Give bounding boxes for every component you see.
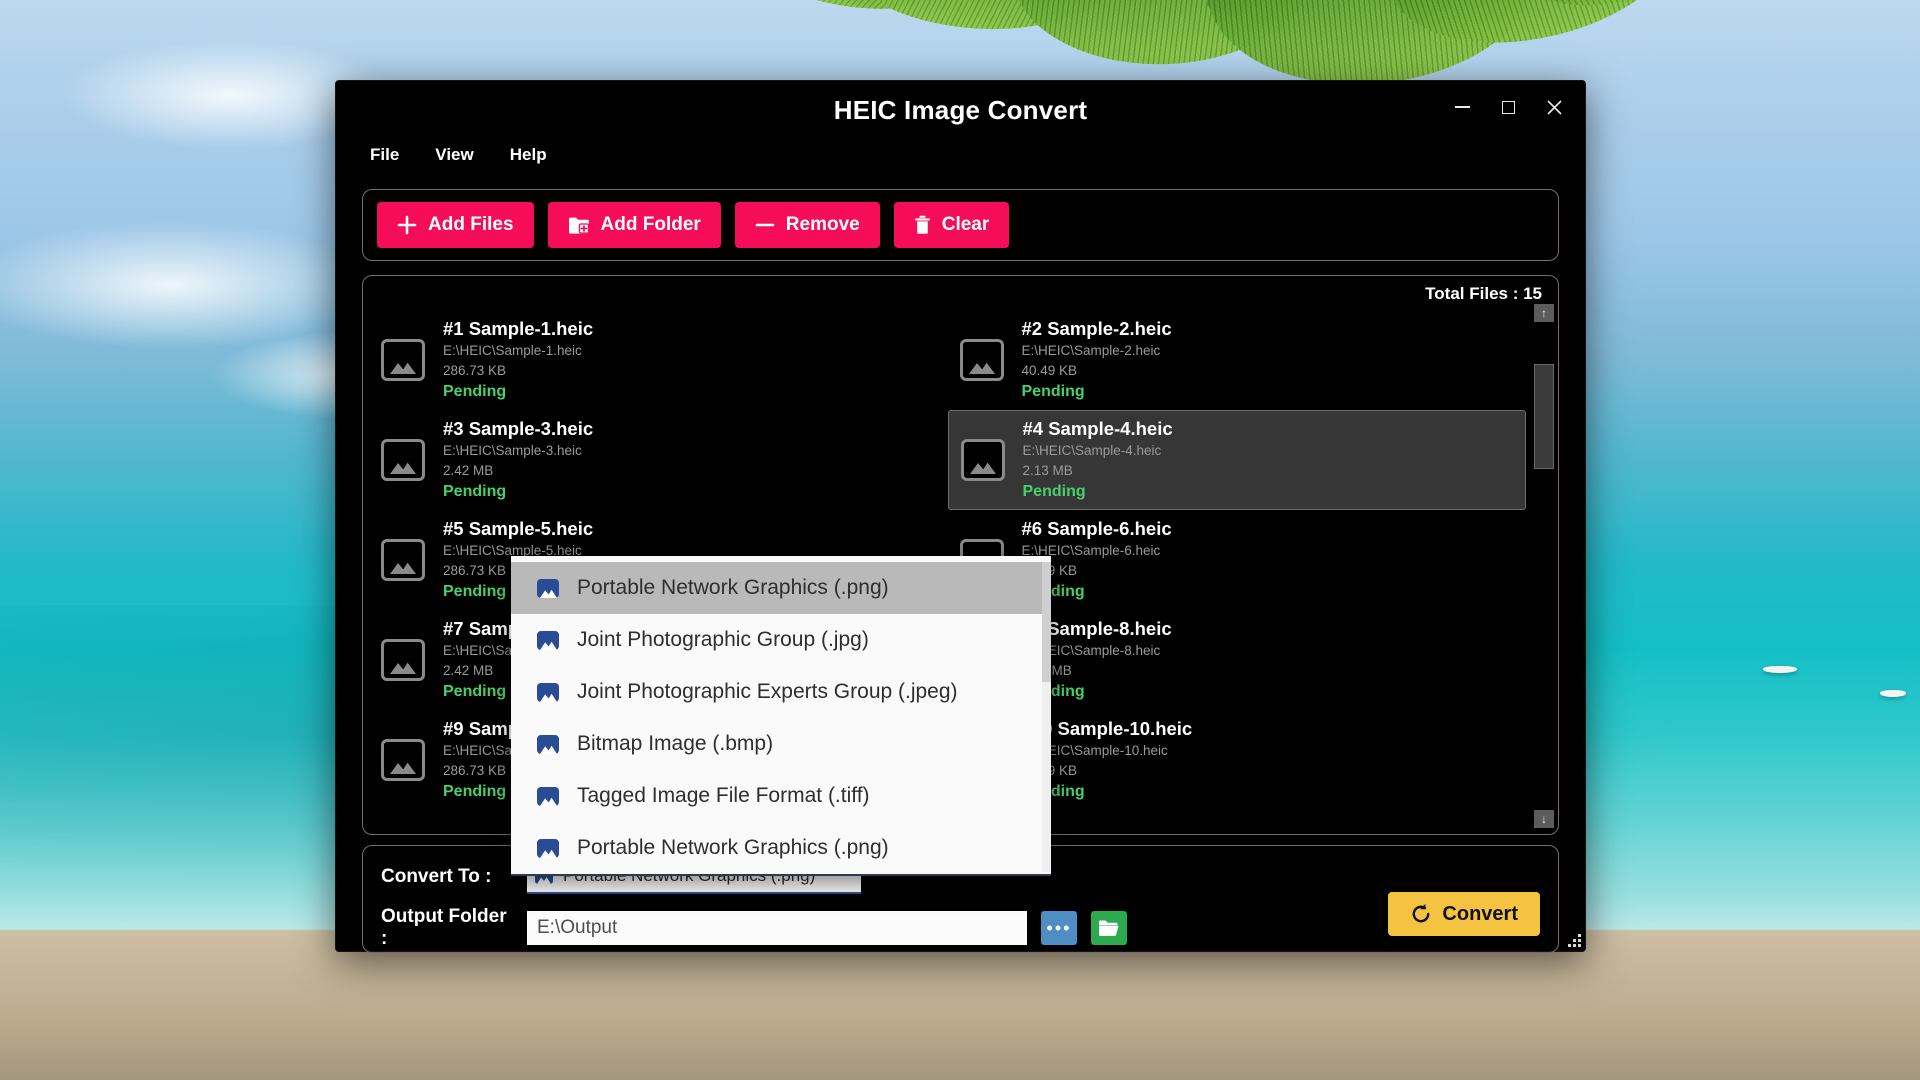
file-thumbnail-icon bbox=[959, 339, 1004, 381]
browse-button[interactable]: ••• bbox=[1041, 911, 1077, 945]
file-name: #4 Sample-4.heic bbox=[1022, 418, 1173, 440]
maximize-icon bbox=[1501, 100, 1515, 114]
menu-bar: File View Help bbox=[336, 137, 1585, 171]
file-size: 2.13 MB bbox=[1022, 462, 1073, 478]
image-icon bbox=[537, 838, 559, 858]
file-name: #1 Sample-1.heic bbox=[443, 318, 594, 340]
file-name: #2 Sample-2.heic bbox=[1021, 318, 1172, 340]
output-folder-row: Output Folder : ••• bbox=[381, 906, 1540, 950]
file-name: #3 Sample-3.heic bbox=[443, 418, 594, 440]
file-status: Pending bbox=[443, 383, 507, 401]
file-list-item[interactable]: #3 Sample-3.heic E:\HEIC\Sample-3.heic 2.4… bbox=[369, 410, 948, 510]
format-option[interactable]: Joint Photographic Experts Group (.jpeg) bbox=[511, 666, 1051, 718]
menu-item-view[interactable]: View bbox=[417, 139, 491, 171]
format-option[interactable]: Portable Network Graphics (.png) bbox=[511, 822, 1051, 874]
format-option-label: Portable Network Graphics (.png) bbox=[577, 576, 889, 599]
total-files-label: Total Files : 15 bbox=[1425, 284, 1542, 303]
plus-icon bbox=[397, 215, 417, 235]
toolbar: Add Files Add Folder Remove Clear bbox=[362, 189, 1559, 261]
scroll-down-button[interactable]: ↓ bbox=[1534, 810, 1554, 828]
format-option[interactable]: Joint Photographic Group (.jpg) bbox=[511, 614, 1051, 666]
file-name: #5 Sample-5.heic bbox=[443, 518, 594, 540]
add-folder-button[interactable]: Add Folder bbox=[547, 202, 721, 248]
file-name: #6 Sample-6.heic bbox=[1021, 518, 1172, 540]
file-thumbnail-icon bbox=[381, 339, 425, 381]
image-icon bbox=[537, 578, 559, 598]
trash-icon bbox=[914, 215, 930, 234]
file-path: E:\HEIC\Sample-3.heic bbox=[443, 442, 582, 458]
format-option-label: Joint Photographic Group (.jpg) bbox=[577, 628, 869, 651]
title-bar[interactable]: HEIC Image Convert bbox=[336, 81, 1585, 137]
resize-grip[interactable] bbox=[1565, 931, 1581, 947]
convert-to-label: Convert To : bbox=[381, 866, 492, 887]
refresh-icon bbox=[1413, 903, 1430, 923]
file-thumbnail-icon bbox=[381, 539, 425, 581]
maximize-button[interactable] bbox=[1487, 89, 1529, 125]
close-icon bbox=[1546, 99, 1562, 115]
file-status: Pending bbox=[1021, 383, 1085, 401]
file-size: 286.73 KB bbox=[443, 362, 507, 378]
file-path: E:\HEIC\Sample-4.heic bbox=[1022, 442, 1162, 458]
folder-open-icon bbox=[1099, 920, 1119, 936]
window-title: HEIC Image Convert bbox=[833, 95, 1088, 125]
file-thumbnail-icon bbox=[381, 439, 425, 481]
folder-plus-icon bbox=[568, 217, 589, 234]
boat bbox=[1880, 690, 1906, 697]
minus-icon bbox=[755, 223, 775, 227]
image-icon bbox=[537, 630, 559, 650]
format-option[interactable]: Tagged Image File Format (.tiff) bbox=[511, 770, 1051, 822]
file-path: E:\HEIC\Sample-2.heic bbox=[1021, 342, 1161, 358]
window-controls bbox=[1441, 89, 1575, 125]
menu-item-file[interactable]: File bbox=[364, 139, 417, 171]
format-option[interactable]: Portable Network Graphics (.png) bbox=[511, 562, 1051, 614]
file-thumbnail-icon bbox=[960, 439, 1005, 481]
file-list-item[interactable]: #1 Sample-1.heic E:\HEIC\Sample-1.heic 286… bbox=[369, 310, 948, 410]
format-option-label: Bitmap Image (.bmp) bbox=[577, 732, 774, 755]
output-folder-label: Output Folder : bbox=[381, 906, 507, 949]
convert-button[interactable]: Convert bbox=[1388, 892, 1540, 936]
format-dropdown-list[interactable]: Portable Network Graphics (.png) Joint Ph… bbox=[511, 556, 1051, 876]
close-button[interactable] bbox=[1533, 89, 1575, 125]
file-status: Pending bbox=[1022, 483, 1086, 501]
add-folder-label: Add Folder bbox=[600, 214, 701, 235]
format-option[interactable]: Bitmap Image (.bmp) bbox=[511, 718, 1051, 770]
add-files-button[interactable]: Add Files bbox=[377, 202, 534, 248]
file-path: E:\HEIC\Sample-1.heic bbox=[443, 342, 582, 358]
minimize-button[interactable] bbox=[1441, 89, 1483, 125]
remove-label: Remove bbox=[785, 214, 860, 235]
scroll-up-button[interactable]: ↑ bbox=[1534, 304, 1554, 322]
dropdown-scrollbar-thumb[interactable] bbox=[1042, 562, 1051, 682]
file-size: 2.42 MB bbox=[443, 462, 494, 478]
file-list-scrollbar[interactable]: ↑ ↓ bbox=[1534, 304, 1554, 828]
file-list-item[interactable]: #4 Sample-4.heic E:\HEIC\Sample-4.heic 2.1… bbox=[947, 410, 1526, 510]
image-icon bbox=[537, 682, 559, 702]
remove-button[interactable]: Remove bbox=[734, 202, 880, 248]
add-files-label: Add Files bbox=[428, 214, 514, 235]
format-option-label: Portable Network Graphics (.png) bbox=[577, 836, 889, 859]
file-thumbnail-icon bbox=[381, 739, 425, 781]
convert-label: Convert bbox=[1442, 902, 1518, 925]
menu-item-help[interactable]: Help bbox=[492, 139, 565, 171]
minimize-icon bbox=[1454, 106, 1470, 108]
scrollbar-thumb[interactable] bbox=[1534, 364, 1554, 469]
image-icon bbox=[537, 734, 559, 754]
file-thumbnail-icon bbox=[381, 639, 425, 681]
open-folder-button[interactable] bbox=[1091, 911, 1127, 945]
clear-button[interactable]: Clear bbox=[893, 202, 1010, 248]
file-status: Pending bbox=[443, 483, 507, 501]
clear-label: Clear bbox=[941, 214, 990, 235]
file-list-item[interactable]: #2 Sample-2.heic E:\HEIC\Sample-2.heic 40.… bbox=[948, 310, 1527, 410]
image-icon bbox=[537, 786, 559, 806]
format-option-label: Joint Photographic Experts Group (.jpeg) bbox=[577, 680, 958, 703]
output-folder-input[interactable] bbox=[527, 911, 1027, 945]
dropdown-scrollbar[interactable] bbox=[1042, 562, 1051, 872]
boat bbox=[1763, 666, 1797, 673]
format-option-label: Tagged Image File Format (.tiff) bbox=[577, 784, 870, 807]
file-size: 40.49 KB bbox=[1021, 362, 1078, 378]
